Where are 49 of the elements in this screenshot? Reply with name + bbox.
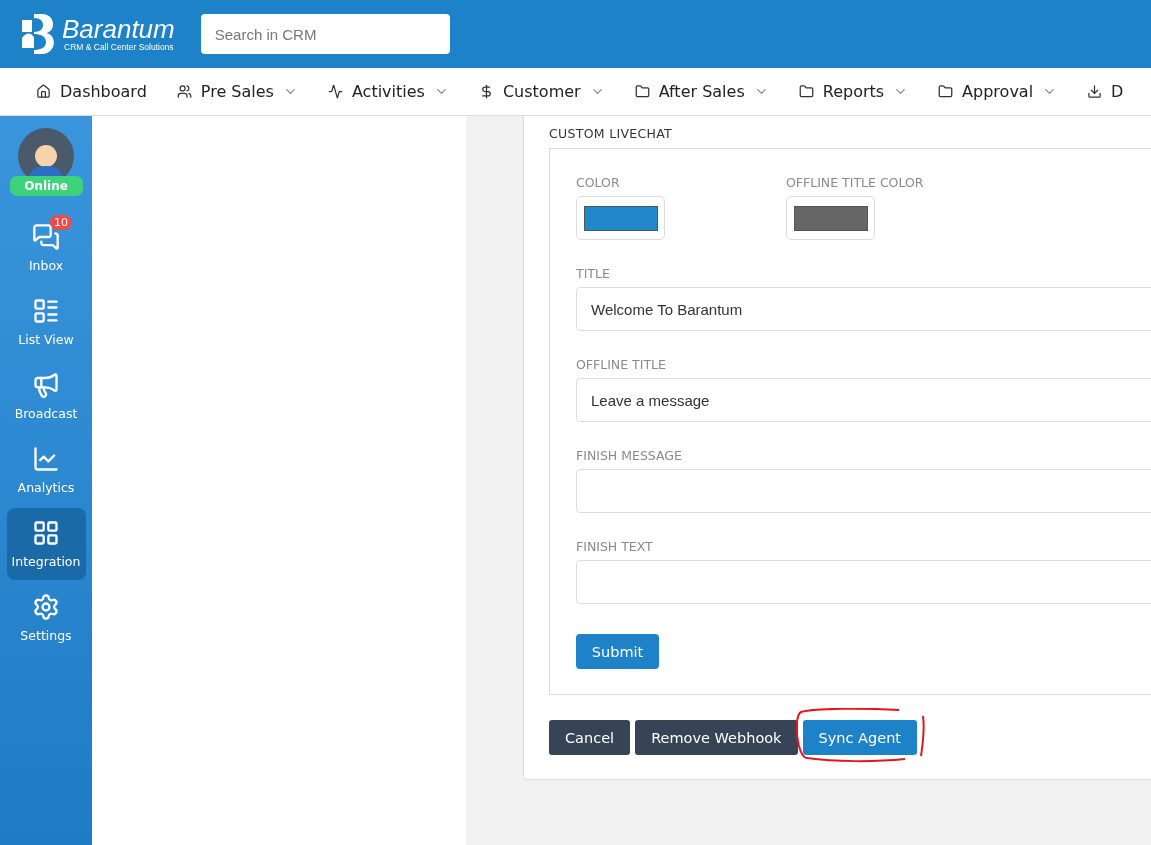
settings-icon [32, 593, 60, 621]
analytics-icon [32, 445, 60, 473]
input-field[interactable]: Welcome To Barantum [576, 287, 1151, 331]
folder-icon [798, 84, 814, 99]
field-label: OFFLINE TITLE [576, 357, 667, 372]
input-field[interactable] [576, 469, 1151, 513]
nav-menu-item[interactable]: Customer [478, 82, 605, 101]
nav-menu-item[interactable]: Approval [938, 82, 1058, 101]
download-icon [1087, 84, 1103, 99]
nav-menu-item[interactable]: Reports [798, 82, 909, 101]
sidebar-item[interactable]: Analytics [6, 434, 86, 506]
field-label: FINISH TEXT [576, 539, 654, 554]
field-label: OFFLINE TITLE COLOR [786, 175, 924, 190]
search-field[interactable]: Search in CRM [200, 14, 450, 54]
nav-menu-item[interactable]: Pre Sales [176, 82, 298, 101]
folder-icon [938, 84, 954, 99]
activity-icon [327, 84, 343, 99]
field-label: TITLE [576, 266, 611, 281]
online-status: Online [9, 176, 83, 196]
color-picker[interactable] [576, 196, 665, 240]
submit-button[interactable]: Submit [576, 634, 659, 669]
nav-menu-item[interactable]: D [1087, 82, 1124, 101]
sidebar-item[interactable]: Settings [6, 582, 86, 654]
sidebar-item[interactable]: List View [6, 286, 86, 358]
users-icon [176, 84, 192, 99]
logo-icon [20, 14, 56, 54]
color-picker[interactable] [786, 196, 875, 240]
home-icon [36, 84, 51, 99]
action-button[interactable]: Remove Webhook [635, 720, 798, 755]
sidebar-item[interactable]: 10 Inbox [6, 212, 86, 284]
broadcast-icon [32, 371, 60, 399]
field-label: COLOR [576, 175, 621, 190]
section-title: CUSTOM LIVECHAT [549, 126, 673, 141]
field-label: FINISH MESSAGE [576, 448, 683, 463]
input-field[interactable] [576, 560, 1151, 604]
input-field[interactable]: Leave a message [576, 378, 1151, 422]
list-icon [32, 297, 60, 325]
action-button[interactable]: Sync Agent [802, 720, 917, 755]
nav-menu-item[interactable]: Dashboard [36, 82, 147, 101]
brand-tagline: CRM & Call Center Solutions [63, 42, 175, 52]
count-badge: 10 [50, 215, 72, 230]
folder-icon [634, 84, 650, 99]
nav-menu-item[interactable]: Activities [327, 82, 449, 101]
brand-name: Barantum [62, 16, 175, 42]
sidebar-item[interactable]: Integration [6, 508, 86, 580]
action-button[interactable]: Cancel [549, 720, 631, 755]
nav-menu-item[interactable]: After Sales [634, 82, 769, 101]
sidebar-item[interactable]: Broadcast [6, 360, 86, 432]
integration-icon [32, 519, 60, 547]
